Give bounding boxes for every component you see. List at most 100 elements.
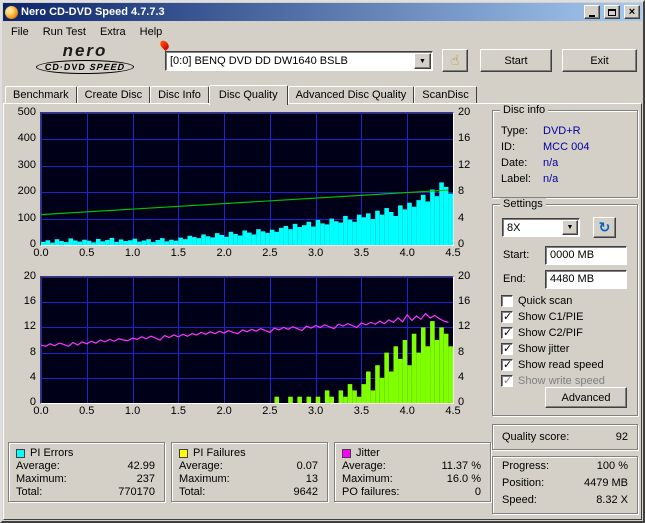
disc-info-group: Disc info Type: DVD+R ID: MCC 004 Date: … bbox=[492, 104, 638, 198]
menu-help[interactable]: Help bbox=[133, 24, 170, 40]
quality-score-group: Quality score: 92 bbox=[492, 424, 638, 450]
menu-extra[interactable]: Extra bbox=[93, 24, 133, 40]
jitter-chart: 0 4 8 12 16 20 0 4 8 12 16 20 0.0 0.5 1.0 1.5 2.0 2.5 3.… bbox=[6, 270, 480, 420]
settings-checkboxes: Quick scan Show C1/PIE Show C2/PIF Show … bbox=[501, 293, 633, 389]
speed-select-value: 8X bbox=[507, 221, 521, 234]
settings-title: Settings bbox=[500, 198, 546, 210]
disc-id-label: ID: bbox=[501, 141, 516, 153]
chevron-down-icon[interactable]: ▼ bbox=[562, 220, 578, 235]
drive-select-value: [0:0] BENQ DVD DD DW1640 BSLB bbox=[170, 55, 348, 67]
checkbox-icon bbox=[501, 310, 513, 323]
pi-errors-right-axis: 0 4 8 12 16 20 bbox=[458, 106, 471, 250]
stat-label: Average: bbox=[342, 460, 386, 472]
checkbox-show-write-speed: Show write speed bbox=[501, 373, 633, 388]
disc-label-row: Label: n/a bbox=[493, 171, 637, 187]
tab-strip: Benchmark Create Disc Disc Info Disc Qua… bbox=[2, 83, 643, 105]
window-title: Nero CD-DVD Speed 4.7.7.3 bbox=[21, 6, 165, 18]
tab-benchmark[interactable]: Benchmark bbox=[5, 86, 77, 103]
checkbox-icon bbox=[501, 326, 513, 339]
stat-label: Total: bbox=[179, 486, 206, 498]
tab-disc-info[interactable]: Disc Info bbox=[150, 86, 209, 103]
stat-value: 11.37 % bbox=[441, 460, 481, 472]
tab-advanced-disc-quality[interactable]: Advanced Disc Quality bbox=[287, 86, 415, 103]
maximize-button[interactable] bbox=[604, 5, 620, 19]
app-icon bbox=[5, 5, 18, 19]
stat-value: 237 bbox=[136, 473, 155, 485]
menu-run-test[interactable]: Run Test bbox=[36, 24, 93, 40]
jitter-legend-icon bbox=[342, 448, 351, 458]
stat-label: Maximum: bbox=[342, 473, 393, 485]
pi-errors-legend-icon bbox=[16, 448, 25, 458]
checkbox-icon bbox=[501, 294, 513, 307]
drive-options-button[interactable]: ☝ bbox=[442, 49, 468, 72]
stat-label: Maximum: bbox=[179, 473, 230, 485]
pi-failures-legend-icon bbox=[179, 448, 188, 458]
disc-id-value: MCC 004 bbox=[543, 141, 590, 153]
start-position-field[interactable]: 0000 MB bbox=[545, 246, 627, 265]
speed-row: Speed: 8.32 X bbox=[493, 491, 637, 508]
disc-info-title: Disc info bbox=[500, 104, 549, 116]
quality-score-label: Quality score: bbox=[502, 431, 570, 443]
tab-create-disc[interactable]: Create Disc bbox=[76, 86, 151, 103]
disc-type-label: Type: bbox=[501, 125, 528, 137]
menu-bar: File Run Test Extra Help bbox=[2, 22, 643, 41]
stat-value: 42.99 bbox=[127, 460, 155, 472]
refresh-button[interactable]: ↻ bbox=[593, 217, 616, 238]
nero-logo-text: nero bbox=[62, 41, 108, 60]
checkbox-show-c2-pif[interactable]: Show C2/PIF bbox=[501, 325, 633, 340]
pi-errors-chart: 0 100 200 300 400 500 0 4 8 12 16 20 0.0 0.5 1.0 1.5 2… bbox=[6, 106, 480, 262]
disc-type-row: Type: DVD+R bbox=[493, 123, 637, 139]
chevron-down-icon[interactable]: ▼ bbox=[414, 53, 431, 69]
advanced-button[interactable]: Advanced bbox=[545, 387, 627, 408]
close-icon: × bbox=[628, 6, 636, 18]
stat-label: Average: bbox=[179, 460, 223, 472]
refresh-icon: ↻ bbox=[598, 219, 611, 235]
exit-button[interactable]: Exit bbox=[562, 49, 637, 72]
progress-label: Progress: bbox=[502, 460, 550, 472]
settings-group: Settings 8X ▼ ↻ Start: 0000 MB End: 4480… bbox=[492, 198, 638, 416]
menu-file[interactable]: File bbox=[4, 24, 36, 40]
jitter-plot bbox=[40, 276, 454, 404]
checkbox-label: Show read speed bbox=[518, 358, 604, 371]
pi-errors-left-axis: 0 100 200 300 400 500 bbox=[17, 106, 36, 250]
jitter-x-axis: 0.0 0.5 1.0 1.5 2.0 2.5 3.0 3.5 4.0 4.5 bbox=[33, 405, 461, 417]
disc-date-row: Date: n/a bbox=[493, 155, 637, 171]
stats-title-text: PI Failures bbox=[193, 447, 246, 459]
disc-id-row: ID: MCC 004 bbox=[493, 139, 637, 155]
title-bar[interactable]: Nero CD-DVD Speed 4.7.7.3 × bbox=[3, 3, 642, 21]
end-position-field[interactable]: 4480 MB bbox=[545, 270, 627, 289]
quality-score-value: 92 bbox=[615, 431, 628, 443]
statistics-row: PI Errors Average: 42.99 Maximum: 237 Tota… bbox=[8, 442, 491, 502]
cdspeed-logo-text: CD·DVD SPEED bbox=[35, 60, 135, 74]
close-button[interactable]: × bbox=[624, 5, 640, 19]
maximize-icon bbox=[608, 8, 616, 16]
tab-scandisc[interactable]: ScanDisc bbox=[414, 86, 477, 103]
disc-label-value: n/a bbox=[543, 173, 559, 185]
position-value: 4479 MB bbox=[583, 477, 628, 489]
checkbox-quick-scan[interactable]: Quick scan bbox=[501, 293, 633, 308]
checkbox-show-read-speed[interactable]: Show read speed bbox=[501, 357, 633, 372]
pi-errors-stats: PI Errors Average: 42.99 Maximum: 237 Tota… bbox=[8, 442, 165, 502]
checkbox-label: Show write speed bbox=[518, 374, 605, 387]
progress-value: 100 % bbox=[596, 460, 628, 472]
logo-speed: SPEED bbox=[88, 62, 126, 72]
minimize-button[interactable] bbox=[584, 5, 600, 19]
drive-select[interactable]: [0:0] BENQ DVD DD DW1640 BSLB ▼ bbox=[165, 51, 433, 71]
stat-value: 13 bbox=[305, 473, 318, 485]
speed-value: 8.32 X bbox=[596, 494, 628, 506]
header-bar: nero CD·DVD SPEED [0:0] BENQ DVD DD DW16… bbox=[2, 38, 643, 83]
stat-value: 0 bbox=[474, 486, 481, 498]
stat-value: 0.07 bbox=[296, 460, 318, 472]
tab-disc-quality[interactable]: Disc Quality bbox=[208, 85, 288, 105]
jitter-left-axis: 0 4 8 12 16 20 bbox=[23, 270, 36, 408]
minimize-icon bbox=[589, 14, 595, 17]
checkbox-label: Show C1/PIE bbox=[518, 310, 584, 323]
stat-label: Average: bbox=[16, 460, 60, 472]
speed-select[interactable]: 8X ▼ bbox=[502, 218, 580, 237]
hand-icon: ☝ bbox=[450, 52, 460, 68]
start-button[interactable]: Start bbox=[480, 49, 552, 72]
disc-type-value: DVD+R bbox=[543, 125, 581, 137]
app-window: Nero CD-DVD Speed 4.7.7.3 × File Run Tes… bbox=[0, 0, 645, 523]
checkbox-show-jitter[interactable]: Show jitter bbox=[501, 341, 633, 356]
checkbox-show-c1-pie[interactable]: Show C1/PIE bbox=[501, 309, 633, 324]
